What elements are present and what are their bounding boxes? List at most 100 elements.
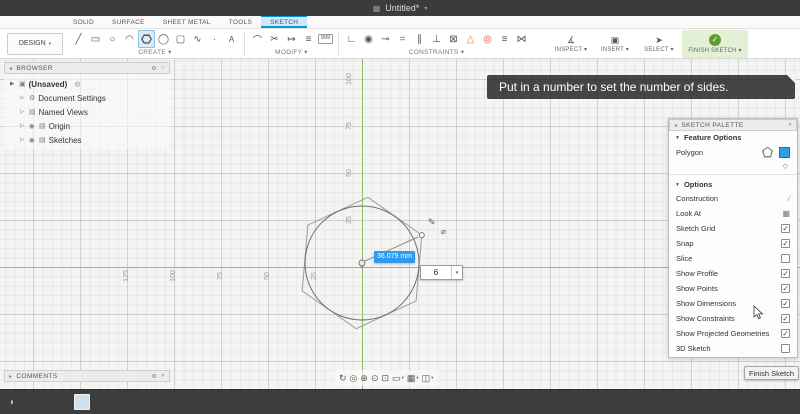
construction-toggle-icon[interactable]: ∕ [789,194,790,203]
create-menu-label[interactable]: CREATE ▾ [70,48,240,57]
edge-polygon-icon[interactable]: ◇ [783,162,788,170]
options-section[interactable]: ▼ Options [669,178,797,191]
job-status-icon[interactable]: ◑ [8,397,14,408]
center-point[interactable] [359,260,365,266]
trim-icon[interactable]: ✂ [266,30,283,48]
finish-sketch-button[interactable]: Finish Sketch [744,366,799,380]
dock-icon[interactable]: ◂ [674,122,677,129]
dock-icon[interactable]: ◂ [9,65,12,72]
line-icon[interactable]: ╱ [70,30,87,48]
browser-item-origin[interactable]: ▷ ◉ ▤ Origin [4,119,170,133]
timeline-thumbnail[interactable] [74,394,90,410]
circle-icon[interactable]: ○ [104,30,121,48]
show-profile-checkbox[interactable]: ✓ [781,269,790,278]
browser-item-named-views[interactable]: ▷ ▤ Named Views [4,105,170,119]
tab-solid[interactable]: SOLID [64,16,103,28]
feature-options-section[interactable]: ▼ Feature Options [669,131,797,144]
show-constraints-checkbox[interactable]: ✓ [781,314,790,323]
slot-icon[interactable]: ▢ [172,30,189,48]
spinner-caret-icon[interactable]: ▾ [451,266,462,279]
title-caret-icon[interactable]: ▾ [424,5,427,12]
rectangle-icon[interactable]: ▭ [87,30,104,48]
spline-icon[interactable]: ∿ [189,30,206,48]
insert-button[interactable]: ▣ INSERT ▾ [594,30,636,58]
parallel-icon[interactable]: ∥ [411,30,428,48]
pan-icon[interactable]: ⊕ [360,373,368,384]
text-icon[interactable]: A [223,30,240,48]
slice-checkbox[interactable] [781,254,790,263]
expand-arrow-icon[interactable]: ▷ [20,95,26,101]
design-workspace-dropdown[interactable]: DESIGN ▾ [7,33,63,55]
point-icon[interactable]: ∙ [206,30,223,48]
sketch-grid-checkbox[interactable]: ✓ [781,224,790,233]
popout-icon[interactable]: » [161,373,165,379]
modify-menu-label[interactable]: MODIFY ▾ [249,48,334,57]
tangent-icon[interactable]: ⊸ [377,30,394,48]
constraints-menu-label[interactable]: CONSTRAINTS ▾ [343,48,530,57]
snap-checkbox[interactable]: ✓ [781,239,790,248]
horizontal-vertical-icon[interactable]: ∟ [343,30,360,48]
collinear-icon[interactable]: ≡ [496,30,513,48]
app-grid-icon[interactable]: ▦ [373,4,381,13]
fillet-icon[interactable]: ⌒ [249,30,266,48]
activate-radio-icon[interactable]: ◎ [74,80,80,88]
inspect-button[interactable]: ∡ INSPECT ▾ [550,30,592,58]
gear-icon[interactable]: ⚙ [151,65,157,72]
section-caret-icon: ▼ [675,182,680,188]
vertex-point[interactable] [419,233,424,238]
concentric-icon[interactable]: ◎ [479,30,496,48]
extend-icon[interactable]: ↦ [283,30,300,48]
tab-surface[interactable]: SURFACE [103,16,154,28]
offset-icon[interactable]: ≡ [300,30,317,48]
look-at-icon[interactable]: ◎ [350,373,358,384]
perpendicular-icon[interactable]: ⊥ [428,30,445,48]
sides-value[interactable]: 6 [421,266,451,279]
popout-icon[interactable]: » [788,122,792,128]
expand-arrow-icon[interactable]: ▷ [20,109,26,115]
3d-sketch-checkbox[interactable] [781,344,790,353]
show-dimensions-checkbox[interactable]: ✓ [781,299,790,308]
expand-arrow-icon[interactable]: ▷ [20,123,26,129]
polygon-icon[interactable] [138,30,155,48]
browser-item-sketches[interactable]: ▷ ◉ ▤ Sketches [4,133,170,147]
symmetry-icon[interactable]: ⋈ [513,30,530,48]
grid-settings-icon[interactable]: ▦▾ [407,373,419,384]
radius-dimension-value[interactable]: 36.079 mm [374,251,415,263]
comments-header[interactable]: ▸ COMMENTS ⚙ » [4,370,170,382]
polygon-sides-input[interactable]: 6 ▾ [420,265,463,280]
tab-sheet-metal[interactable]: SHEET METAL [154,16,220,28]
browser-header[interactable]: ◂ BROWSER ⚙ ○ [4,62,170,74]
expand-arrow-icon[interactable]: ▷ [20,137,26,143]
zoom-icon[interactable]: ⊙ [371,373,379,384]
browser-root-item[interactable]: ▶ ▣ (Unsaved) ◎ [4,77,170,91]
sketch-palette-header[interactable]: ◂ SKETCH PALETTE » [669,119,797,131]
visibility-eye-icon[interactable]: ◉ [29,122,36,130]
filter-icon[interactable]: ○ [161,65,165,71]
ellipse-icon[interactable]: ◯ [155,30,172,48]
browser-item-document-settings[interactable]: ▷ ⚙ Document Settings [4,91,170,105]
show-points-checkbox[interactable]: ✓ [781,284,790,293]
selected-polygon-mode-swatch[interactable] [779,147,790,158]
tab-tools[interactable]: TOOLS [220,16,261,28]
midpoint-icon[interactable]: △ [462,30,479,48]
display-settings-icon[interactable]: ▭▾ [392,373,404,384]
coincident-icon[interactable]: ◉ [360,30,377,48]
tab-sketch[interactable]: SKETCH [261,16,307,28]
gear-icon[interactable]: ⚙ [151,373,157,380]
visibility-eye-icon[interactable]: ◉ [29,136,36,144]
select-button[interactable]: ➤ SELECT ▾ [638,30,680,58]
finish-sketch-toolbar-button[interactable]: ✓ FINISH SKETCH ▾ [682,30,748,58]
look-at-button-icon[interactable]: ▦ [782,209,790,218]
show-projected-geometries-checkbox[interactable]: ✓ [781,329,790,338]
orbit-icon[interactable]: ↻ [339,373,347,384]
viewports-icon[interactable]: ◫▾ [422,373,434,384]
fix-icon[interactable]: ⊠ [445,30,462,48]
expand-arrow-icon[interactable]: ▸ [9,373,12,380]
arc-icon[interactable]: ◠ [121,30,138,48]
expand-arrow-icon[interactable]: ▶ [10,81,16,87]
circumscribed-polygon-icon[interactable] [762,147,773,158]
sketch-canvas[interactable]: 125 100 75 50 25 100 75 50 25 36.079 mm … [0,59,800,389]
equal-icon[interactable]: = [394,30,411,48]
sketch-dimension-icon[interactable]: 999 [317,30,334,48]
fit-icon[interactable]: ⊡ [382,373,390,384]
